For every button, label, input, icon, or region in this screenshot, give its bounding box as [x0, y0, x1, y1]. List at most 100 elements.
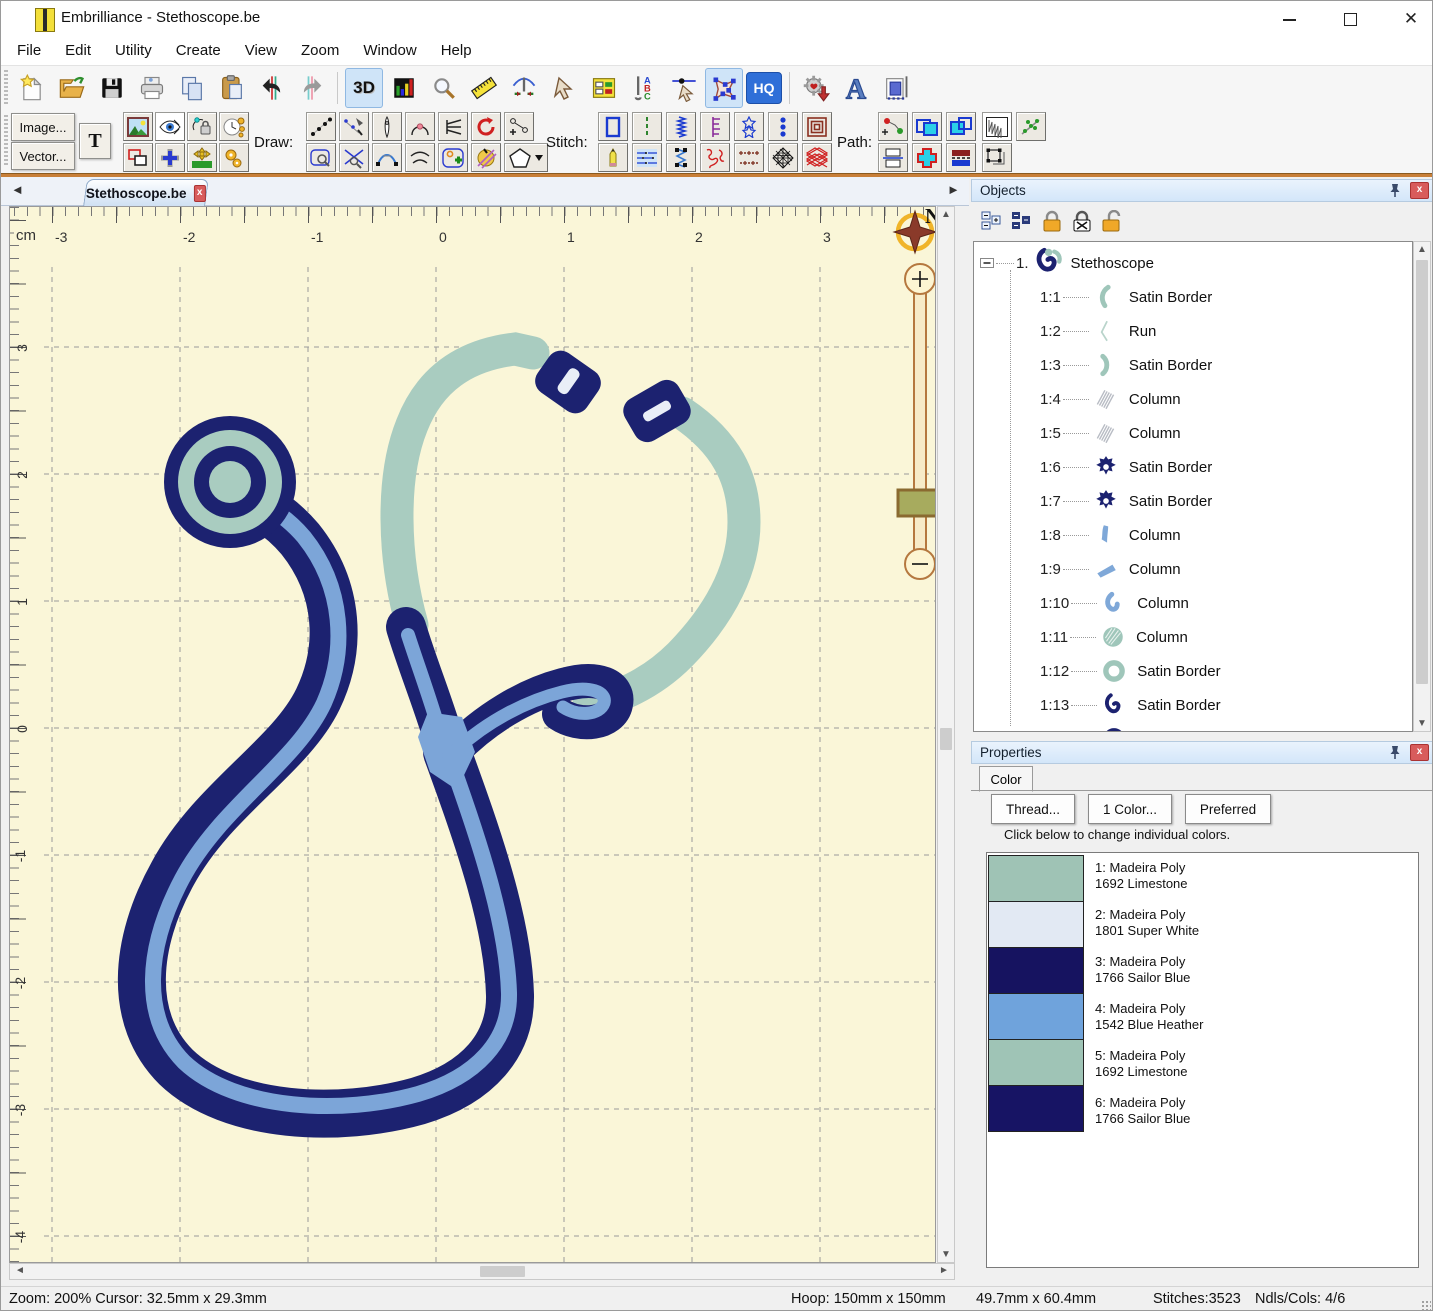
zigzag-nodes-button[interactable]: [666, 143, 696, 172]
color-row[interactable]: 1: Madeira Poly1692 Limestone: [987, 855, 1418, 902]
inset-frame-button[interactable]: [982, 143, 1012, 172]
color-swatch-1[interactable]: [988, 855, 1084, 902]
toolbar-grip[interactable]: [4, 70, 8, 106]
shape-pentagon-button[interactable]: [504, 143, 548, 172]
align-objects-button[interactable]: [878, 143, 908, 172]
maximize-button[interactable]: [1329, 7, 1369, 31]
paste-button[interactable]: [213, 68, 251, 108]
scroll-down-icon[interactable]: ▼: [938, 1249, 954, 1260]
vector-button[interactable]: Vector...: [11, 142, 75, 170]
tree-row[interactable]: 1:4Column: [1040, 384, 1181, 414]
canvas-vertical-scrollbar[interactable]: ▲ ▼: [937, 206, 955, 1263]
zoom-button[interactable]: [425, 68, 463, 108]
color-swatch-6[interactable]: [988, 1085, 1084, 1132]
manual-stitch-button[interactable]: [372, 112, 402, 141]
new-button[interactable]: [13, 68, 51, 108]
image-button[interactable]: Image...: [11, 113, 75, 141]
design-page-button[interactable]: [877, 68, 915, 108]
object-properties-button[interactable]: [585, 68, 623, 108]
merge-font-button[interactable]: A: [837, 68, 875, 108]
pin-icon[interactable]: [1388, 183, 1402, 198]
zoom-region-button[interactable]: [306, 143, 336, 172]
pattern-fill-button[interactable]: [632, 143, 662, 172]
unlock-button[interactable]: [1099, 209, 1125, 233]
color-swatch-5[interactable]: [988, 1039, 1084, 1086]
preferred-button[interactable]: Preferred: [1185, 794, 1271, 824]
stitch-chart-button[interactable]: [385, 68, 423, 108]
hq-mode-button[interactable]: HQ: [745, 68, 783, 108]
arc-tool-button[interactable]: [405, 112, 435, 141]
union-button[interactable]: [912, 112, 942, 141]
expand-all-button[interactable]: [1009, 209, 1035, 233]
redo-button[interactable]: [293, 68, 331, 108]
echo-fill-button[interactable]: [802, 112, 832, 141]
color-row[interactable]: 6: Madeira Poly1766 Sailor Blue: [987, 1090, 1418, 1137]
bean-stitch-button[interactable]: [339, 112, 369, 141]
sequence-button[interactable]: [946, 143, 976, 172]
toolbar-grip[interactable]: [4, 115, 8, 167]
objects-tree-scrollbar[interactable]: ▲ ▼: [1413, 241, 1431, 732]
scroll-thumb[interactable]: [480, 1266, 525, 1277]
thread-color-list[interactable]: 1: Madeira Poly1692 Limestone 2: Madeira…: [986, 852, 1419, 1268]
lock-crossed-button[interactable]: [1069, 209, 1095, 233]
node-graph-button[interactable]: [878, 112, 908, 141]
lettering-button[interactable]: ABC: [625, 68, 663, 108]
lock-button[interactable]: [1039, 209, 1065, 233]
overlap-order-button[interactable]: [123, 143, 153, 172]
color-row[interactable]: 4: Madeira Poly1542 Blue Heather: [987, 996, 1418, 1043]
subtract-button[interactable]: [946, 112, 976, 141]
objects-tree[interactable]: 1. Stethoscope 1:1Satin Border 1:2Run 1:…: [973, 241, 1413, 732]
one-color-button[interactable]: 1 Color...: [1088, 794, 1172, 824]
pan-move-button[interactable]: [187, 143, 217, 172]
expand-button[interactable]: [912, 143, 942, 172]
tree-row[interactable]: 1:10Column: [1040, 588, 1189, 618]
tree-row[interactable]: 1:5Column: [1040, 418, 1181, 448]
color-swatch-4[interactable]: [988, 993, 1084, 1040]
menu-utility[interactable]: Utility: [103, 38, 164, 64]
color-row[interactable]: 5: Madeira Poly1692 Limestone: [987, 1043, 1418, 1090]
measure-button[interactable]: [465, 68, 503, 108]
stitch-simulator-button[interactable]: [505, 68, 543, 108]
zigzag-box-button[interactable]: [982, 112, 1012, 141]
motif-stars-button[interactable]: [734, 112, 764, 141]
text-tool-button[interactable]: T: [79, 123, 111, 159]
tab-stethoscope[interactable]: Stethoscope.be x: [83, 179, 209, 206]
canvas-horizontal-scrollbar[interactable]: ◄ ►: [9, 1263, 955, 1280]
save-button[interactable]: [93, 68, 131, 108]
add-hole-button[interactable]: [438, 143, 468, 172]
select-button[interactable]: [545, 68, 583, 108]
tree-row[interactable]: 1:2Run: [1040, 316, 1156, 346]
knife-button[interactable]: [471, 143, 501, 172]
scroll-down-icon[interactable]: ▼: [1414, 718, 1430, 729]
tree-row[interactable]: 1:1Satin Border: [1040, 282, 1212, 312]
scroll-up-icon[interactable]: ▲: [1414, 244, 1430, 255]
thread-button[interactable]: Thread...: [991, 794, 1075, 824]
pencil-button[interactable]: [598, 143, 628, 172]
menu-window[interactable]: Window: [351, 38, 428, 64]
bezier-curve-button[interactable]: [372, 143, 402, 172]
close-button[interactable]: ✕: [1391, 7, 1431, 31]
tree-row[interactable]: 1:6Satin Border: [1040, 452, 1212, 482]
menu-view[interactable]: View: [233, 38, 289, 64]
open-button[interactable]: [53, 68, 91, 108]
color-swatch-2[interactable]: [988, 901, 1084, 948]
connect-points-button[interactable]: [504, 112, 534, 141]
tab-color[interactable]: Color: [979, 766, 1033, 792]
utility-button[interactable]: [797, 68, 835, 108]
design-canvas[interactable]: -3 -2 -1 0 1 2 3 3 2 1 0 -1 -2 -3 -4 cm: [9, 206, 936, 1263]
tab-scroll-right-icon[interactable]: ►: [947, 182, 960, 197]
3d-view-button[interactable]: 3D: [345, 68, 383, 108]
menu-create[interactable]: Create: [164, 38, 233, 64]
tree-row[interactable]: 1:13Satin Border: [1040, 690, 1221, 720]
stitch-edit-button[interactable]: [705, 68, 743, 108]
color-row[interactable]: 2: Madeira Poly1801 Super White: [987, 902, 1418, 949]
tree-row[interactable]: 1:9Column: [1040, 554, 1181, 584]
minimize-button[interactable]: [1269, 7, 1309, 31]
properties-panel-close-button[interactable]: x: [1410, 744, 1429, 761]
rotate-tool-button[interactable]: [471, 112, 501, 141]
pin-icon[interactable]: [1388, 745, 1402, 760]
tree-row[interactable]: 1:11Column: [1040, 622, 1188, 652]
objects-panel-close-button[interactable]: x: [1410, 182, 1429, 199]
stitch-clock-button[interactable]: [219, 112, 249, 141]
menu-edit[interactable]: Edit: [53, 38, 103, 64]
